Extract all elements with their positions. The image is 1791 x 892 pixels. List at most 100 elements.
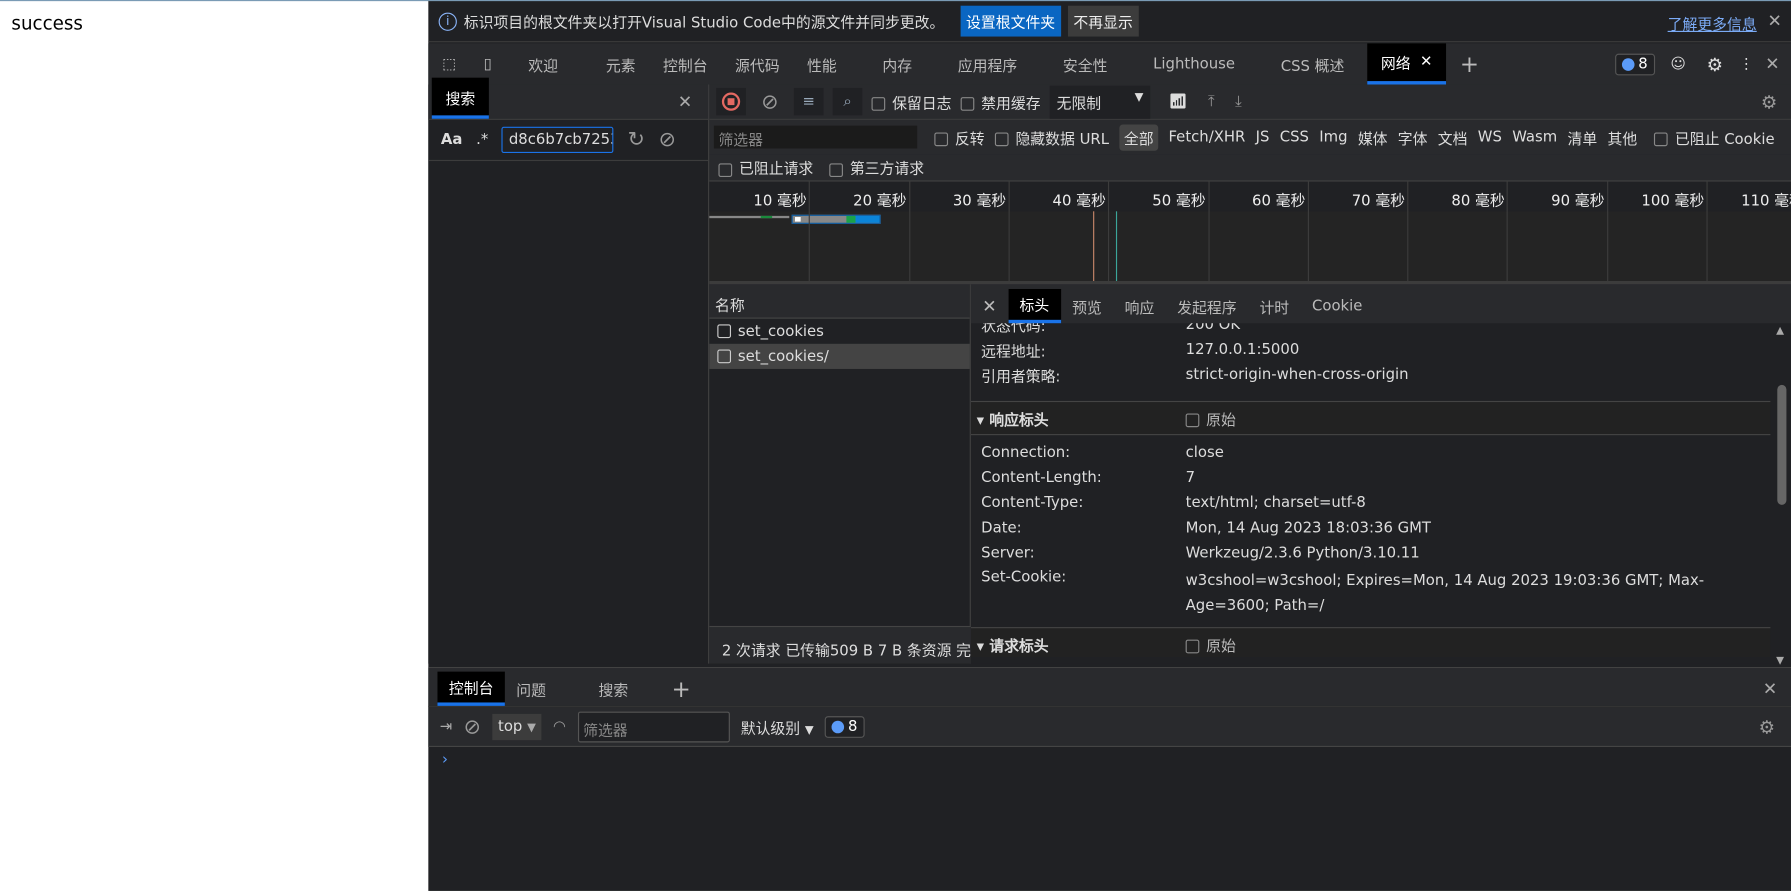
context-select[interactable]: top ▼: [492, 713, 542, 740]
add-drawer-tab-icon[interactable]: +: [660, 672, 702, 706]
general-row: 引用者策略: strict-origin-when-cross-origin: [981, 366, 1409, 386]
close-infobar-icon[interactable]: ✕: [1767, 10, 1781, 31]
close-devtools-icon[interactable]: ✕: [1765, 54, 1779, 75]
set-root-folder-button[interactable]: 设置根文件夹: [960, 5, 1061, 37]
learn-more-link[interactable]: 了解更多信息: [1668, 13, 1757, 34]
clear-console-icon[interactable]: ⊘: [464, 714, 481, 738]
type-fetch-xhr[interactable]: Fetch/XHR: [1168, 128, 1245, 145]
details-tab-cookies[interactable]: Cookie: [1301, 289, 1374, 323]
close-details-icon[interactable]: ✕: [971, 289, 1008, 323]
header-row: Date: Mon, 14 Aug 2023 18:03:36 GMT: [981, 519, 1432, 537]
tab-network[interactable]: 网络 ✕: [1367, 43, 1447, 85]
details-tab-initiator[interactable]: 发起程序: [1166, 289, 1248, 323]
close-tab-icon[interactable]: ✕: [1420, 54, 1432, 71]
type-manifest[interactable]: 清单: [1568, 126, 1598, 148]
header-row: Connection: close: [981, 443, 1224, 461]
tab-application[interactable]: 应用程序: [944, 43, 1049, 84]
record-stop-icon[interactable]: [716, 87, 746, 116]
dont-show-again-button[interactable]: 不再显示: [1067, 5, 1139, 37]
hide-data-urls-checkbox[interactable]: 隐藏数据 URL: [994, 126, 1109, 148]
network-conditions-icon[interactable]: 📶︎: [1169, 93, 1188, 110]
console-issues-badge[interactable]: 8: [825, 715, 865, 738]
type-img[interactable]: Img: [1319, 128, 1347, 145]
name-column-header[interactable]: 名称: [709, 284, 970, 319]
type-js[interactable]: JS: [1256, 128, 1270, 145]
infobar: i 标识项目的根文件夹以打开Visual Studio Code中的源文件并同步…: [428, 1, 1791, 43]
disable-cache-checkbox[interactable]: 禁用缓存: [960, 91, 1041, 113]
clear-icon[interactable]: ⊘: [659, 128, 676, 152]
tab-security[interactable]: 安全性: [1049, 43, 1139, 84]
filter-input[interactable]: 筛选器: [713, 125, 918, 150]
request-headers-section[interactable]: ▾ 请求标头 原始: [970, 627, 1771, 657]
timeline-tick: 100 毫秒: [1641, 181, 1708, 281]
type-ws[interactable]: WS: [1478, 128, 1502, 145]
raw-checkbox[interactable]: 原始: [1185, 633, 1236, 655]
request-row[interactable]: set_cookies/: [709, 343, 970, 369]
drawer-tab-issues[interactable]: 问题: [505, 672, 587, 706]
tab-performance[interactable]: 性能: [793, 43, 868, 84]
type-font[interactable]: 字体: [1398, 126, 1428, 148]
import-har-icon[interactable]: ⤒: [1208, 93, 1215, 110]
search-tab[interactable]: 搜索: [431, 77, 489, 119]
live-expression-icon[interactable]: ◠: [553, 718, 566, 735]
drawer-tab-search[interactable]: 搜索: [587, 672, 660, 706]
tab-console[interactable]: 控制台: [649, 43, 721, 84]
throttle-select[interactable]: 无限制 ▼: [1049, 85, 1151, 119]
export-har-icon[interactable]: ⤓: [1235, 93, 1242, 110]
header-row: Content-Length: 7: [981, 468, 1196, 487]
settings-icon[interactable]: ⚙: [1707, 53, 1723, 75]
close-search-icon[interactable]: ✕: [678, 91, 692, 112]
type-wasm[interactable]: Wasm: [1512, 128, 1557, 145]
type-doc[interactable]: 文档: [1438, 126, 1468, 148]
timeline-tick: 60 毫秒: [1252, 181, 1309, 281]
blocked-requests-checkbox[interactable]: 已阻止请求: [718, 156, 813, 178]
clear-icon[interactable]: ⊘: [755, 88, 785, 115]
drawer-tab-console[interactable]: 控制台: [437, 671, 505, 706]
timeline-tick: 70 毫秒: [1352, 181, 1409, 281]
type-media[interactable]: 媒体: [1358, 126, 1388, 148]
type-css[interactable]: CSS: [1280, 128, 1309, 145]
details-scrollbar[interactable]: ▲ ▼: [1776, 326, 1787, 667]
refresh-icon[interactable]: ↻: [628, 128, 645, 152]
timeline-tick: 10 毫秒: [753, 181, 811, 281]
invert-checkbox[interactable]: 反转: [934, 126, 985, 148]
feedback-icon[interactable]: ☺: [1671, 55, 1686, 72]
tab-css-overview[interactable]: CSS 概述: [1267, 43, 1367, 84]
filter-icon[interactable]: ≡: [793, 87, 824, 116]
type-all[interactable]: 全部: [1119, 123, 1159, 151]
details-tab-response[interactable]: 响应: [1113, 289, 1166, 323]
general-row: 远程地址: 127.0.0.1:5000: [981, 340, 1300, 361]
more-icon[interactable]: ⋮: [1739, 55, 1754, 72]
tab-sources[interactable]: 源代码: [721, 43, 793, 84]
tab-lighthouse[interactable]: Lighthouse: [1139, 43, 1267, 84]
tab-welcome[interactable]: 欢迎: [515, 43, 593, 84]
response-headers-section[interactable]: ▾ 响应标头 原始: [970, 400, 1771, 436]
network-settings-icon[interactable]: ⚙: [1761, 91, 1777, 113]
search-input[interactable]: d8c6b7cb7253e: [501, 126, 614, 154]
add-tab-icon[interactable]: +: [1446, 43, 1493, 84]
search-icon[interactable]: ⌕: [832, 87, 863, 116]
tab-memory[interactable]: 内存: [869, 43, 944, 84]
close-drawer-icon[interactable]: ✕: [1763, 678, 1777, 699]
details-tab-preview[interactable]: 预览: [1061, 289, 1114, 323]
type-other[interactable]: 其他: [1608, 126, 1638, 148]
request-row[interactable]: set_cookies: [709, 319, 969, 344]
details-tab-headers[interactable]: 标头: [1008, 288, 1061, 324]
document-icon: [717, 324, 732, 339]
third-party-checkbox[interactable]: 第三方请求: [829, 156, 924, 178]
console-prompt[interactable]: ›: [428, 747, 1791, 773]
preserve-log-checkbox[interactable]: 保留日志: [871, 91, 951, 113]
console-settings-icon[interactable]: ⚙: [1759, 716, 1775, 738]
console-filter-input[interactable]: 筛选器: [577, 711, 730, 742]
timeline-overview[interactable]: 10 毫秒 20 毫秒 30 毫秒 40 毫秒 50 毫秒 60 毫秒 70 毫秒 80 毫秒…: [709, 181, 1791, 285]
match-case-toggle[interactable]: Aa: [441, 131, 463, 148]
blocked-cookies-checkbox[interactable]: 已阻止 Cookie: [1654, 126, 1775, 148]
sidebar-toggle-icon[interactable]: ⇥: [440, 718, 452, 735]
details-tab-timing[interactable]: 计时: [1248, 289, 1301, 323]
issues-badge[interactable]: 8: [1615, 53, 1655, 75]
tab-elements[interactable]: 元素: [592, 43, 649, 84]
regex-toggle[interactable]: .*: [476, 131, 488, 148]
general-row: 状态代码: 200 OK: [981, 323, 1241, 336]
raw-checkbox[interactable]: 原始: [1185, 407, 1236, 429]
log-level-select[interactable]: 默认级别 ▼: [741, 716, 814, 737]
